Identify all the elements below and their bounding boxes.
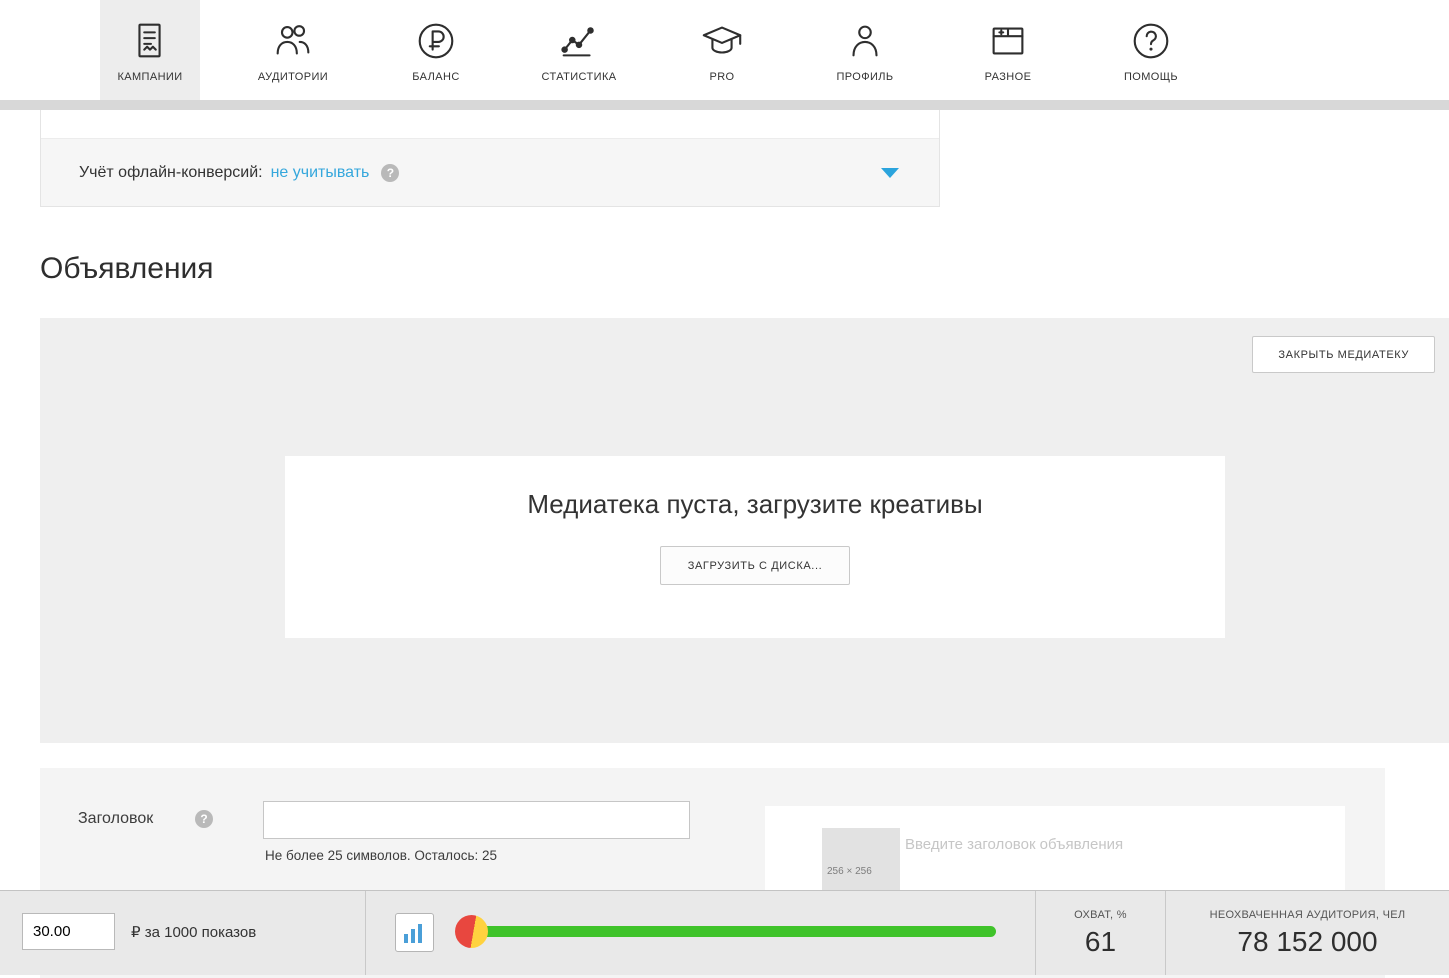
coverage-label: ОХВАТ, % <box>1074 909 1127 921</box>
question-icon[interactable]: ? <box>381 164 399 182</box>
bottom-bar: ₽ за 1000 показов ОХВАТ, % 61 НЕОХВАЧЕНН… <box>0 890 1449 975</box>
nav-item-label: АУДИТОРИИ <box>258 71 328 83</box>
balance-icon <box>413 18 459 64</box>
help-icon <box>1128 18 1174 64</box>
offline-conversions-row: Учёт офлайн-конверсий: не учитывать ? <box>41 139 939 206</box>
statistics-icon <box>556 18 602 64</box>
pro-icon <box>699 18 745 64</box>
price-slider-handle[interactable] <box>455 915 488 948</box>
offline-conversions-panel: Учёт офлайн-конверсий: не учитывать ? <box>40 110 940 207</box>
media-library-empty-box: Медиатека пуста, загрузите креативы ЗАГР… <box>285 456 1225 638</box>
upload-from-disk-button[interactable]: ЗАГРУЗИТЬ С ДИСКА... <box>660 546 851 585</box>
panel-top-remnant <box>41 110 939 139</box>
media-library-panel: ЗАКРЫТЬ МЕДИАТЕКУ Медиатека пуста, загру… <box>40 318 1449 743</box>
chars-remaining-hint: Не более 25 символов. Осталось: 25 <box>265 848 497 863</box>
coverage-stat: ОХВАТ, % 61 <box>1036 891 1165 975</box>
media-library-empty-text: Медиатека пуста, загрузите креативы <box>285 489 1225 520</box>
offline-conversions-value-link[interactable]: не учитывать <box>271 164 370 182</box>
nav-item-profile[interactable]: ПРОФИЛЬ <box>815 0 915 100</box>
close-media-library-button[interactable]: ЗАКРЫТЬ МЕДИАТЕКУ <box>1252 336 1435 373</box>
nav-item-label: ПОМОЩЬ <box>1124 71 1178 83</box>
preview-title-placeholder: Введите заголовок объявления <box>905 836 1123 853</box>
price-input[interactable] <box>22 913 115 950</box>
unreached-audience-label: НЕОХВАЧЕННАЯ АУДИТОРИЯ, ЧЕЛ <box>1210 909 1406 921</box>
scroll-strip <box>0 100 1449 110</box>
ads-section-title: Объявления <box>40 252 1449 286</box>
unreached-audience-value: 78 152 000 <box>1237 926 1377 958</box>
profile-icon <box>842 18 888 64</box>
image-size-label: 256 × 256 <box>827 866 872 877</box>
nav-item-balance[interactable]: БАЛАНС <box>386 0 486 100</box>
price-slider-track[interactable] <box>458 926 996 937</box>
nav-item-audiences[interactable]: АУДИТОРИИ <box>243 0 343 100</box>
nav-item-label: PRO <box>709 71 734 83</box>
nav-item-label: КАМПАНИИ <box>117 71 182 83</box>
title-label: Заголовок <box>78 810 153 828</box>
nav-item-help[interactable]: ПОМОЩЬ <box>1101 0 1201 100</box>
divider <box>365 891 366 975</box>
nav-item-label: РАЗНОЕ <box>985 71 1032 83</box>
audiences-icon <box>270 18 316 64</box>
nav-item-label: ПРОФИЛЬ <box>836 71 893 83</box>
price-chart-button[interactable] <box>395 913 434 952</box>
title-input[interactable] <box>263 801 690 839</box>
campaigns-icon <box>127 18 173 64</box>
chevron-down-icon[interactable] <box>881 168 899 178</box>
coverage-value: 61 <box>1085 926 1116 958</box>
nav-item-label: БАЛАНС <box>412 71 459 83</box>
offline-conversions-label: Учёт офлайн-конверсий: <box>79 164 263 182</box>
nav-item-pro[interactable]: PRO <box>672 0 772 100</box>
nav-item-statistics[interactable]: СТАТИСТИКА <box>529 0 629 100</box>
misc-icon <box>985 18 1031 64</box>
nav-item-label: СТАТИСТИКА <box>542 71 617 83</box>
nav-item-misc[interactable]: РАЗНОЕ <box>958 0 1058 100</box>
top-navigation: КАМПАНИИ АУДИТОРИИ БАЛАНС <box>0 0 1449 100</box>
bar-chart-icon <box>404 924 422 943</box>
price-unit-label: ₽ за 1000 показов <box>131 923 256 941</box>
question-icon[interactable]: ? <box>195 810 213 828</box>
unreached-audience-stat: НЕОХВАЧЕННАЯ АУДИТОРИЯ, ЧЕЛ 78 152 000 <box>1166 891 1449 975</box>
nav-item-campaigns[interactable]: КАМПАНИИ <box>100 0 200 100</box>
